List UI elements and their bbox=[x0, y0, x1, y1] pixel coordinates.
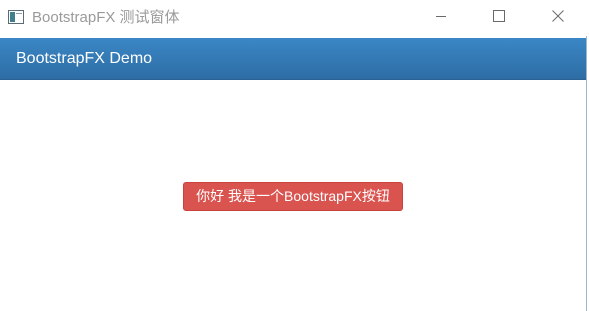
app-window-icon bbox=[8, 10, 24, 24]
window-title: BootstrapFX 测试窗体 bbox=[32, 9, 180, 26]
maximize-button[interactable] bbox=[476, 0, 522, 36]
minimize-icon bbox=[435, 9, 447, 27]
close-button[interactable] bbox=[535, 0, 581, 36]
header-title: BootstrapFX Demo bbox=[16, 50, 153, 67]
app-window: BootstrapFX 测试窗体 BootstrapFX Demo 你好 我是一… bbox=[0, 0, 589, 311]
greeting-button[interactable]: 你好 我是一个BootstrapFX按钮 bbox=[183, 182, 403, 211]
window-border bbox=[586, 36, 587, 311]
maximize-icon bbox=[493, 9, 505, 27]
close-icon bbox=[552, 9, 564, 27]
title-bar[interactable]: BootstrapFX 测试窗体 bbox=[0, 0, 589, 36]
header-bar: BootstrapFX Demo bbox=[0, 38, 586, 80]
minimize-button[interactable] bbox=[418, 0, 464, 36]
